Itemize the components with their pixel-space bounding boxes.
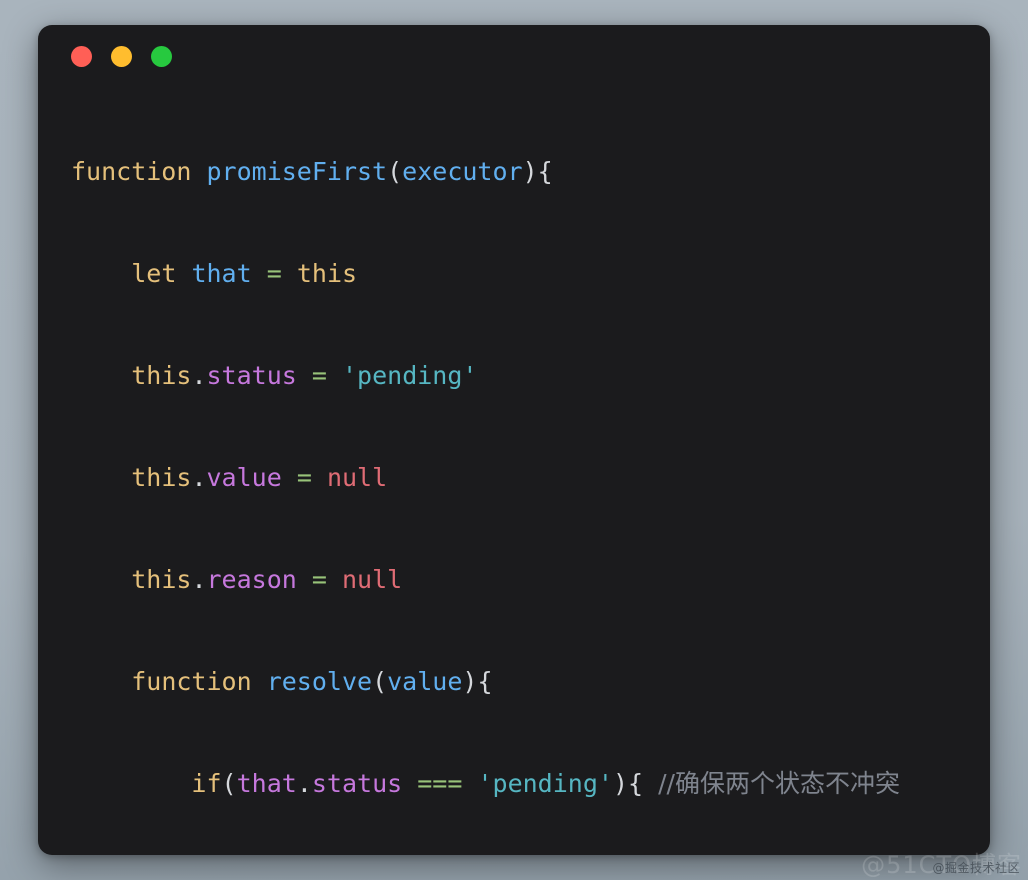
close-button[interactable] — [71, 45, 92, 67]
code-line: this.status = 'pending' — [131, 361, 478, 390]
code-line: if(that.status === 'pending'){ //确保两个状态不… — [191, 769, 900, 798]
code-window: function promiseFirst(executor){ let tha… — [38, 25, 990, 855]
code-line: this.reason = null — [131, 565, 403, 594]
window-titlebar — [38, 25, 990, 87]
inline-comment: //确保两个状态不冲突 — [658, 769, 900, 798]
maximize-button[interactable] — [151, 45, 172, 67]
code-block[interactable]: function promiseFirst(executor){ let tha… — [38, 87, 990, 855]
code-line: function resolve(value){ — [131, 667, 493, 696]
code-line: this.value = null — [131, 463, 388, 492]
code-line: function promiseFirst(executor){ — [71, 157, 553, 186]
code-line: let that = this — [131, 259, 358, 288]
watermark: @掘金技术社区 — [932, 861, 1020, 875]
minimize-button[interactable] — [111, 45, 132, 67]
